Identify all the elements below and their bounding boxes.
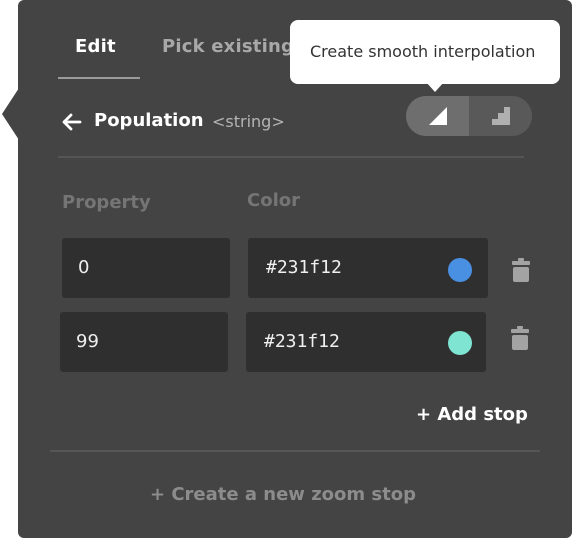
active-tab-indicator bbox=[58, 77, 140, 79]
stage: Edit Pick existing Population <string> P… bbox=[0, 0, 572, 538]
arrow-left-icon bbox=[62, 113, 82, 131]
smooth-interpolation-icon bbox=[428, 107, 447, 125]
trash-icon bbox=[512, 258, 530, 282]
smooth-interpolation-button[interactable] bbox=[406, 96, 469, 136]
stop-color-input[interactable]: #231f12 bbox=[246, 312, 486, 372]
header-divider bbox=[58, 156, 524, 158]
stop-color-value: #231f12 bbox=[266, 257, 342, 278]
delete-stop-button[interactable] bbox=[510, 257, 532, 283]
delete-stop-button[interactable] bbox=[509, 325, 531, 351]
trash-icon bbox=[511, 326, 529, 350]
color-swatch[interactable] bbox=[448, 258, 472, 282]
stop-color-input[interactable]: #231f12 bbox=[248, 238, 488, 298]
tab-edit[interactable]: Edit bbox=[75, 36, 116, 57]
tooltip-caret bbox=[426, 82, 444, 92]
stop-property-value: 99 bbox=[76, 331, 99, 352]
property-name: Population bbox=[94, 110, 204, 131]
stop-property-input[interactable]: 99 bbox=[60, 312, 228, 372]
create-zoom-stop-button[interactable]: + Create a new zoom stop bbox=[150, 484, 416, 505]
column-header-color: Color bbox=[247, 190, 300, 211]
color-swatch[interactable] bbox=[448, 331, 472, 355]
property-type: <string> bbox=[212, 112, 285, 131]
step-interpolation-button[interactable] bbox=[469, 96, 532, 136]
interpolation-tooltip: Create smooth interpolation bbox=[290, 20, 560, 84]
tab-pick-existing[interactable]: Pick existing bbox=[162, 36, 294, 57]
interpolation-toggle bbox=[406, 96, 532, 136]
add-stop-button[interactable]: + Add stop bbox=[416, 404, 528, 425]
stop-color-value: #231f12 bbox=[264, 331, 340, 352]
step-interpolation-icon bbox=[491, 107, 510, 125]
back-button[interactable] bbox=[60, 110, 84, 134]
footer-divider bbox=[50, 450, 540, 452]
column-header-property: Property bbox=[62, 192, 151, 213]
stop-property-input[interactable]: 0 bbox=[62, 238, 230, 298]
stop-property-value: 0 bbox=[78, 257, 90, 278]
panel-pointer bbox=[2, 88, 19, 140]
